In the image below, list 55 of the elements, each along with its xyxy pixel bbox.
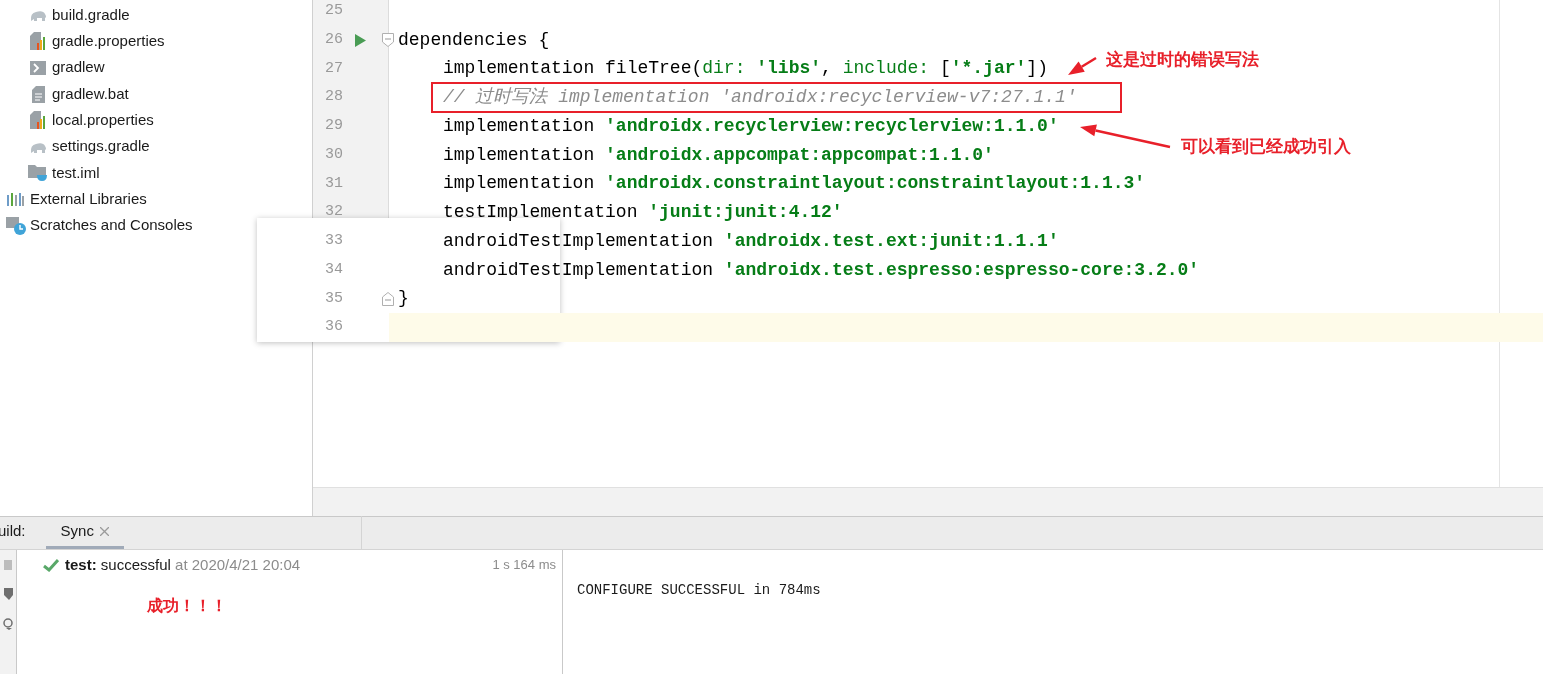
properties-file-icon <box>30 111 46 130</box>
text-file-icon <box>31 85 45 103</box>
line-number: 30 <box>324 144 343 165</box>
code-line: androidTestImplementation 'androidx.test.ext:junit:1.1.1' <box>443 229 1059 253</box>
code-line: implementation 'androidx.constraintlayout:constraintlayout:1.1.3' <box>443 172 1146 196</box>
tree-item[interactable]: gradlew <box>52 56 105 79</box>
note-text: 成功！！！ <box>147 596 227 616</box>
build-status-text[interactable]: test: successful at 2020/4/21 20:04 <box>65 553 301 577</box>
tree-item[interactable]: build.gradle <box>52 3 130 27</box>
code-line: testImplementation 'junit:junit:4.12' <box>443 201 843 225</box>
code-line: dependencies { <box>398 28 550 52</box>
tree-item[interactable]: Scratches and Consoles <box>30 214 193 237</box>
callout-text: 这是过时的错误写法 <box>1106 50 1259 70</box>
tree-item[interactable]: External Libraries <box>30 187 147 211</box>
callout-text: 可以看到已经成功引入 <box>1181 137 1351 157</box>
properties-file-icon <box>30 32 46 51</box>
console-output: CONFIGURE SUCCESSFUL in 784ms <box>577 581 822 600</box>
terminal-icon <box>30 60 46 75</box>
code-line: } <box>398 287 409 311</box>
line-number: 29 <box>324 116 343 137</box>
eye-icon[interactable] <box>3 618 13 630</box>
scratch-clock-icon <box>6 216 26 235</box>
run-icon[interactable] <box>355 33 366 47</box>
code-line: androidTestImplementation 'androidx.test.espresso:espresso-core:3.2.0' <box>443 258 1200 282</box>
horizontal-scrollbar[interactable] <box>313 487 1543 516</box>
line-number: 25 <box>324 1 343 22</box>
code-line: implementation 'androidx.appcompat:appcompat:1.1.0' <box>443 143 994 167</box>
line-number: 31 <box>324 173 343 194</box>
line-number: 34 <box>324 259 343 280</box>
folder-cup-icon <box>28 164 48 182</box>
close-icon[interactable] <box>99 526 109 536</box>
tab[interactable]: Sync <box>45 516 124 549</box>
line-number: 35 <box>324 288 343 309</box>
line-number: 28 <box>324 87 343 108</box>
line-number: 27 <box>324 58 343 79</box>
tree-item[interactable]: local.properties <box>52 109 154 132</box>
code-line: implementation fileTree(dir: 'libs', include: ['*.jar']) <box>443 57 1048 81</box>
tree-item[interactable]: test.iml <box>52 161 100 185</box>
duration-text: 1 s 164 ms <box>492 556 556 575</box>
tree-item[interactable]: gradlew.bat <box>52 82 129 106</box>
elephant-icon <box>29 140 47 153</box>
arrow <box>1068 56 1097 75</box>
code-line: implementation 'androidx.recyclerview:recyclerview:1.1.0' <box>443 114 1059 138</box>
line-number: 36 <box>324 317 343 338</box>
elephant-icon <box>29 9 47 22</box>
tree-item[interactable]: settings.gradle <box>52 135 150 158</box>
fold-marker-icon[interactable] <box>382 291 394 306</box>
code-comment: // 过时写法 implementation 'androidx:recyclerview-v7:27.1.1' <box>443 86 1077 110</box>
pin-icon[interactable] <box>3 588 13 600</box>
line-number: 33 <box>324 231 343 252</box>
fold-marker-icon[interactable] <box>382 33 394 48</box>
line-number: 32 <box>324 202 343 223</box>
tree-item[interactable]: gradle.properties <box>52 30 165 53</box>
library-icon <box>7 192 25 206</box>
line-number: 26 <box>324 29 343 50</box>
